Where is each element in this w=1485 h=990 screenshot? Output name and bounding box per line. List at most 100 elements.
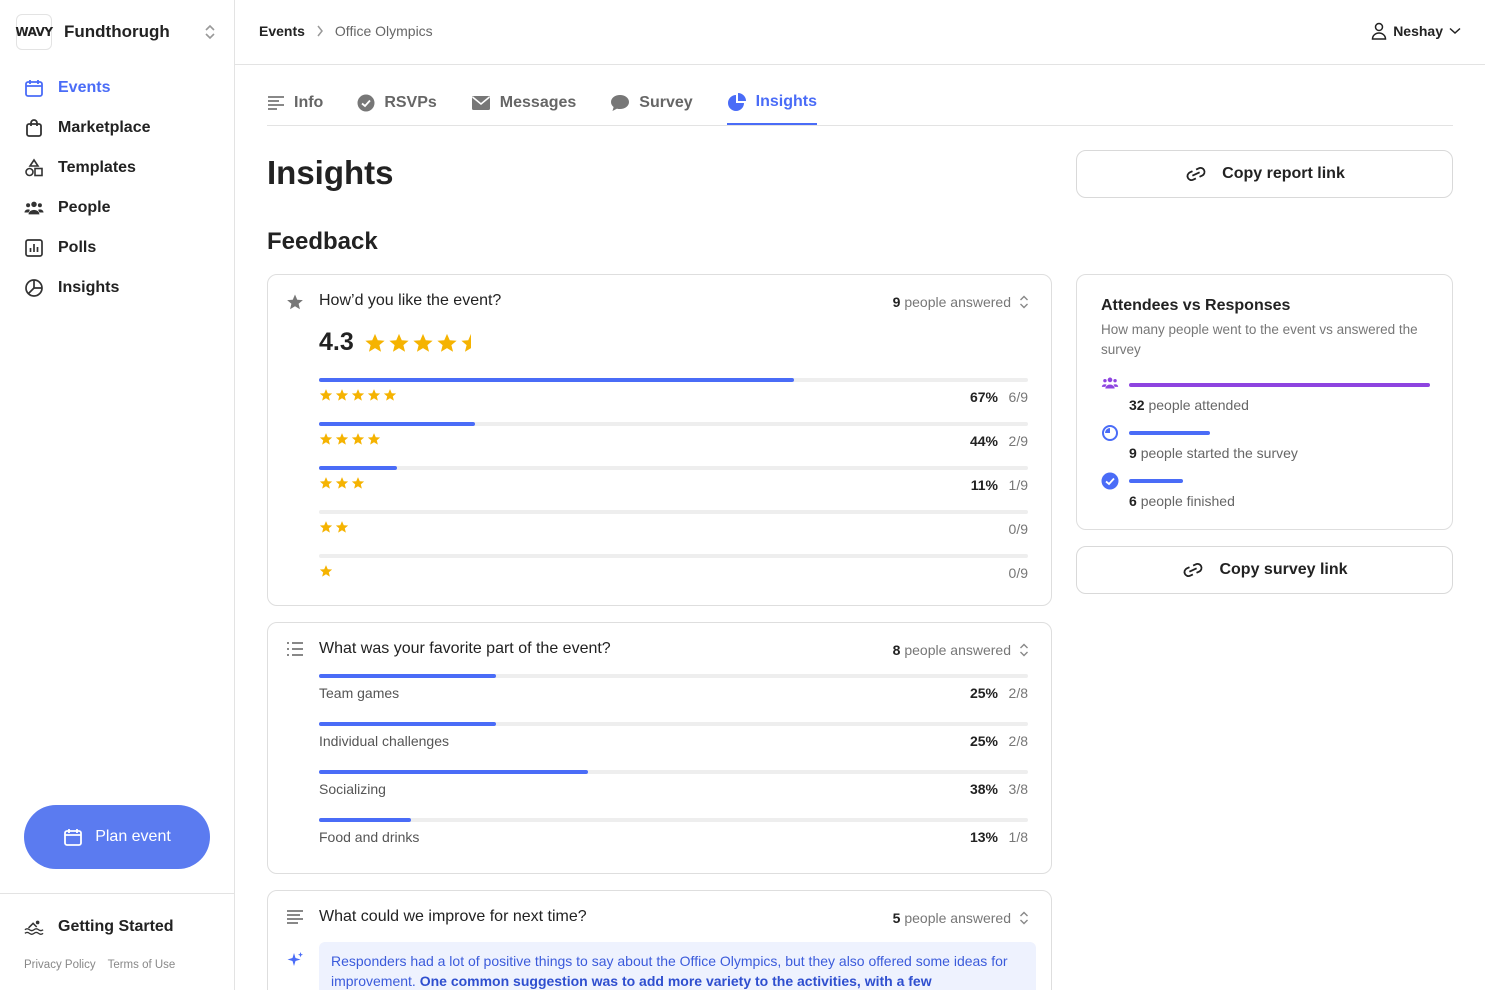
user-icon [1371, 22, 1387, 40]
percent-value: 25% [969, 685, 998, 701]
tab-rsvps[interactable]: RSVPs [357, 80, 437, 125]
ai-summary-highlight: One common suggestion was to add more va… [419, 973, 932, 989]
sidebar-item-templates[interactable]: Templates [0, 148, 234, 188]
fraction-value: 0/9 [1008, 565, 1028, 581]
choice-label: Individual challenges [319, 733, 449, 749]
star-rating [319, 564, 333, 578]
rating-row: 44% 2/9 [319, 422, 1028, 462]
breadcrumb-events[interactable]: Events [259, 23, 305, 39]
star-icon [367, 432, 381, 446]
answered-label: people answered [904, 910, 1011, 926]
text-lines-icon [286, 909, 304, 925]
finished-bar [1129, 479, 1183, 483]
fraction-value: 2/8 [1008, 685, 1028, 701]
shopping-bag-icon [24, 118, 44, 138]
progress-track [319, 378, 1028, 382]
sidebar-footer: Getting Started Privacy Policy Terms of … [0, 893, 234, 990]
chat-bubble-icon [610, 94, 630, 112]
progress-track [319, 770, 1028, 774]
terms-of-use-link[interactable]: Terms of Use [108, 959, 176, 971]
getting-started-label: Getting Started [58, 918, 174, 935]
fraction-value: 1/9 [1008, 477, 1028, 493]
question-text: What could we improve for next time? [319, 908, 587, 925]
answered-label: people answered [904, 642, 1011, 658]
shapes-icon [24, 158, 44, 178]
choice-label: Food and drinks [319, 829, 420, 845]
calendar-icon [24, 78, 44, 98]
sidebar-item-label: Polls [58, 239, 97, 256]
progress-track [319, 722, 1028, 726]
envelope-icon [471, 95, 491, 111]
star-icon [335, 432, 349, 446]
calendar-icon [63, 827, 83, 847]
list-icon [286, 641, 304, 657]
choice-row: Socializing 38% 3/8 [319, 770, 1028, 810]
top-bar: Events Office Olympics Neshay [235, 0, 1485, 65]
getting-started-link[interactable]: Getting Started [24, 918, 174, 936]
sidebar-item-marketplace[interactable]: Marketplace [0, 108, 234, 148]
pie-chart-icon [727, 92, 747, 112]
star-icon [383, 388, 397, 402]
sidebar-item-label: Templates [58, 159, 136, 176]
answered-count[interactable]: 9 people answered [893, 294, 1029, 310]
sidebar-nav: Events Marketplace Templates People Poll… [0, 68, 234, 308]
copy-report-link-button[interactable]: Copy report link [1076, 150, 1453, 198]
sidebar-item-label: People [58, 199, 111, 216]
pie-chart-icon [24, 278, 44, 298]
star-icon [319, 476, 333, 490]
tab-insights[interactable]: Insights [726, 80, 818, 125]
breadcrumb: Events Office Olympics [259, 23, 433, 39]
chevron-up-down-icon [1019, 643, 1029, 657]
org-switcher[interactable]: WAVY Fundthorugh [15, 14, 218, 50]
card-title: Attendees vs Responses [1101, 297, 1291, 314]
copy-survey-link-button[interactable]: Copy survey link [1076, 546, 1453, 594]
star-icon [412, 332, 434, 354]
chevron-up-down-icon [1019, 911, 1029, 925]
star-icon [335, 388, 349, 402]
tab-label: Info [294, 93, 324, 111]
tab-label: RSVPs [384, 93, 437, 111]
rating-row: 67% 6/9 [319, 378, 1028, 418]
started-bar [1129, 431, 1210, 435]
answered-count[interactable]: 5 people answered [893, 910, 1029, 926]
progress-fill [319, 674, 497, 678]
fraction-value: 3/8 [1008, 781, 1028, 797]
plan-event-button[interactable]: Plan event [24, 805, 210, 869]
progress-fill [319, 770, 589, 774]
sidebar-item-people[interactable]: People [0, 188, 234, 228]
star-icon [460, 332, 482, 354]
progress-track [319, 510, 1028, 514]
percent-value: 67% [969, 389, 998, 405]
star-icon [436, 332, 458, 354]
tab-messages[interactable]: Messages [471, 80, 576, 125]
section-title: Feedback [267, 228, 378, 255]
privacy-policy-link[interactable]: Privacy Policy [24, 959, 96, 971]
progress-track [319, 674, 1028, 678]
tab-info[interactable]: Info [267, 80, 323, 125]
progress-track [319, 422, 1028, 426]
choice-label: Socializing [319, 781, 386, 797]
started-text: 9 people started the survey [1129, 445, 1298, 461]
ai-summary: Responders had a lot of positive things … [319, 942, 1036, 990]
org-logo: WAVY [15, 14, 53, 50]
people-icon [1101, 376, 1119, 390]
question-header: What was your favorite part of the event… [268, 623, 1051, 675]
answered-number: 9 [892, 294, 901, 310]
percent-value: 11% [970, 477, 998, 493]
fraction-value: 6/9 [1008, 389, 1028, 405]
sidebar-item-insights[interactable]: Insights [0, 268, 234, 308]
rating-row: 0/9 [319, 554, 1028, 594]
star-rating [319, 520, 349, 534]
user-menu[interactable]: Neshay [1371, 22, 1461, 40]
progress-fill [319, 818, 412, 822]
progress-circle-icon [1101, 424, 1119, 442]
sidebar-item-polls[interactable]: Polls [0, 228, 234, 268]
finished-text: 6 people finished [1129, 493, 1235, 509]
poll-chart-icon [24, 238, 44, 258]
answered-count[interactable]: 8 people answered [893, 642, 1029, 658]
answered-number: 5 [892, 910, 901, 926]
tab-survey[interactable]: Survey [610, 80, 693, 125]
star-icon [364, 332, 386, 354]
sidebar-item-events[interactable]: Events [0, 68, 234, 108]
breadcrumb-current: Office Olympics [334, 23, 433, 39]
